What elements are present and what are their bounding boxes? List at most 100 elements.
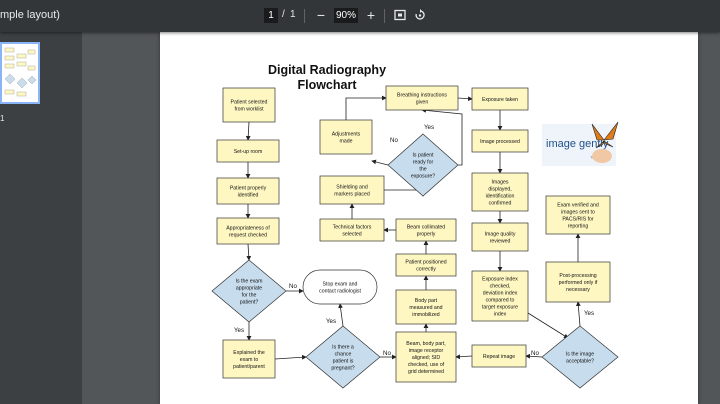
flowchart-node-n10: Technical factorsselected: [319, 218, 385, 242]
node-text-line: from worklist: [234, 106, 264, 112]
node-text-line: Is there a: [332, 344, 354, 350]
decision-label-d4_yes: Yes: [584, 310, 594, 317]
node-text-line: for the: [242, 292, 257, 298]
node-text-line: reviewed: [490, 238, 511, 244]
flowchart-node-n6: Beam, body part,image receptoraligned; S…: [395, 331, 457, 383]
flowchart-node-d3: Is patientready fortheexposure?: [387, 133, 459, 197]
flowchart-node-n9: Beam collimatedproperly: [395, 218, 457, 242]
node-text-line: displayed,: [488, 186, 511, 192]
thumbnail-sidebar: 1: [0, 32, 82, 404]
flowchart-node-n7: Body partmeasured andimmobilized: [395, 289, 457, 325]
flowchart-node-n20: Post-processingperformed only ifnecessar…: [545, 261, 611, 303]
node-text-line: confirmed: [489, 200, 512, 206]
node-text-line: index: [494, 311, 507, 317]
hand-icon: [592, 149, 612, 163]
connector-arrow: [274, 354, 307, 360]
decision-label-d2_yes: Yes: [326, 318, 336, 325]
flowchart-node-n3: Patient properlyidentified: [216, 177, 280, 205]
page-thumbnail[interactable]: [0, 42, 40, 104]
node-text-line: appropriate: [236, 285, 262, 291]
flowchart-node-n8: Patient positionedcorrectly: [395, 253, 457, 277]
node-text-line: exposure?: [411, 173, 435, 179]
node-text-line: patient is: [333, 358, 354, 364]
node-text-line: Is patient: [412, 152, 434, 158]
document-title: mple layout): [0, 9, 60, 21]
node-text-line: measured and: [409, 305, 442, 311]
connector-arrow: [527, 312, 569, 339]
node-text-line: acceptable?: [566, 358, 594, 364]
pdf-page: Patient selected from worklist Set-up room…: [160, 32, 698, 404]
flowchart-node-n21: Exam verified andimages sent toPACS/RIS …: [545, 195, 611, 235]
flowchart-node-d4: Is the imageacceptable?: [541, 325, 619, 389]
node-text-line: Adjustments: [332, 131, 361, 137]
node-text-line: the: [419, 166, 426, 172]
node-text-line: pregnant?: [331, 365, 354, 371]
node-text-line: Beam, body part,: [406, 341, 446, 347]
node-text-line: Stop exam and: [323, 281, 358, 287]
decision-label-d2_no: No: [383, 350, 391, 357]
decision-label-d3_no: No: [390, 137, 398, 144]
flowchart-node-n12: Adjustmentsmade: [319, 119, 373, 155]
flowchart-node-d2: Is there achancepatient ispregnant?: [305, 325, 381, 389]
connector-arrow: [245, 121, 251, 141]
flowchart: Patient selectedfrom worklist Set-up room…: [211, 63, 619, 389]
node-text-line: Appropriateness of: [226, 225, 270, 231]
node-text-line: chance: [335, 351, 352, 357]
node-text-line: Exposure index: [482, 276, 518, 282]
node-text-line: Shielding and: [336, 184, 368, 190]
rotate-icon[interactable]: [414, 9, 426, 21]
node-text-line: properly: [417, 231, 436, 237]
zoom-out-button[interactable]: −: [314, 7, 328, 23]
node-text-line: deviation index: [483, 290, 518, 296]
connector-d4-yes: [575, 301, 581, 327]
zoom-in-button[interactable]: +: [364, 7, 378, 23]
node-text-line: immobilized: [412, 312, 440, 318]
node-text-line: selected: [342, 231, 361, 237]
node-text-line: Patient positioned: [405, 259, 446, 265]
pdf-toolbar: mple layout) 1 / 1 − 90% +: [0, 0, 720, 32]
page-separator: /: [282, 9, 285, 20]
node-text-line: patient?: [240, 299, 259, 305]
node-text-line: Patient selected: [231, 99, 268, 105]
node-text-line: contact radiologist: [319, 288, 361, 294]
node-text-line: correctly: [416, 266, 436, 272]
flowchart-node-n14: Exposure taken: [471, 87, 529, 111]
decision-label-d3_yes: Yes: [424, 124, 434, 131]
node-text-line: Exam verified and: [557, 202, 599, 208]
connector-d2-yes: [338, 303, 344, 327]
image-gently-logo: image gently ™: [542, 121, 619, 166]
thumbnail-page-number: 1: [0, 114, 5, 123]
flowchart-node-n19: Repeat image: [471, 344, 527, 368]
node-text-line: Repeat image: [483, 354, 515, 360]
node-text-line: grid determined: [408, 369, 444, 375]
node-text-line: Image processed: [480, 139, 520, 145]
node-text-line: Patient properly: [230, 185, 267, 191]
flowchart-node-n1: Patient selectedfrom worklist: [222, 87, 276, 123]
node-text-line: Is the image: [566, 351, 594, 357]
node-text-line: patient/parent: [233, 364, 265, 370]
page-number-input[interactable]: 1: [264, 8, 278, 23]
toolbar-divider: [304, 9, 305, 23]
decision-label-d1_yes: Yes: [234, 327, 244, 334]
connector-arrow: [457, 96, 473, 102]
flowchart-node-n13: Breathing instructionsgiven: [385, 85, 459, 111]
node-text-line: Is the exam: [236, 278, 263, 284]
node-text-line: Set-up room: [234, 149, 263, 155]
flowchart-node-n16: Imagesdisplayed,identificationconfirmed: [471, 172, 529, 212]
zoom-input[interactable]: 90%: [334, 8, 358, 23]
node-text-line: made: [340, 138, 353, 144]
node-text-line: target exposure: [482, 304, 518, 310]
node-text-line: reporting: [568, 223, 589, 229]
node-text-line: ready for: [413, 159, 434, 165]
node-text-line: given: [416, 99, 429, 105]
flowchart-node-n2: Set-up room: [216, 139, 280, 163]
flowchart-node-stop: Stop exam andcontact radiologist: [302, 269, 378, 305]
connector-arrow: [345, 95, 387, 120]
node-text-line: necessary: [566, 287, 590, 293]
fit-to-page-icon[interactable]: [394, 9, 406, 21]
node-text-line: checked, use of: [408, 362, 445, 368]
decision-label-d1_no: No: [289, 283, 297, 290]
flowchart-node-n17: Image qualityreviewed: [471, 222, 529, 252]
flowchart-title-line1: Digital Radiography: [268, 63, 386, 77]
node-text-line: aligned; SID: [412, 355, 441, 361]
